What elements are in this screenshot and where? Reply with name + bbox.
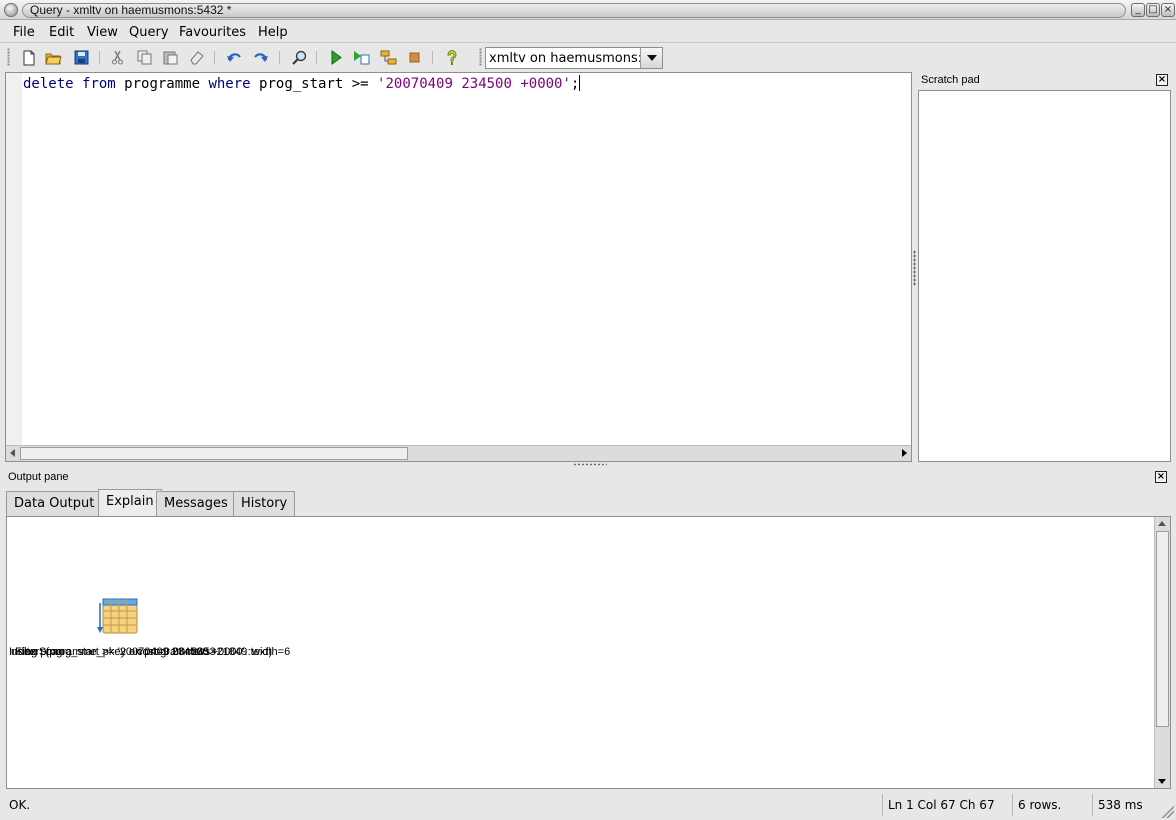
sql-keyword: from bbox=[82, 76, 116, 92]
scroll-down-icon[interactable] bbox=[1158, 779, 1166, 784]
sql-string-literal: '20070409 234500 +0000' bbox=[377, 76, 571, 92]
scroll-up-icon[interactable] bbox=[1158, 521, 1166, 526]
window-title: Query - xmltv on haemusmons:5432 * bbox=[30, 3, 232, 17]
find-icon[interactable] bbox=[290, 49, 307, 66]
menu-file[interactable]: File bbox=[13, 24, 35, 41]
text-caret bbox=[579, 75, 581, 91]
close-window-icon[interactable]: × bbox=[1161, 3, 1175, 17]
clear-eraser-icon[interactable] bbox=[188, 49, 205, 66]
minimize-icon[interactable]: _ bbox=[1131, 3, 1145, 17]
output-vertical-scrollbar[interactable] bbox=[1154, 517, 1170, 788]
scroll-left-icon[interactable] bbox=[10, 449, 15, 457]
toolbar-grip[interactable] bbox=[7, 48, 10, 66]
open-folder-icon[interactable] bbox=[45, 49, 62, 66]
menu-query[interactable]: Query bbox=[129, 24, 169, 41]
menu-help[interactable]: Help bbox=[258, 24, 288, 41]
close-icon[interactable]: × bbox=[1155, 471, 1167, 483]
execution-time: 538 ms bbox=[1092, 794, 1143, 816]
toolbar-separator bbox=[279, 51, 280, 64]
menu-view[interactable]: View bbox=[87, 24, 118, 41]
sql-code-line[interactable]: delete from programme where prog_start >… bbox=[23, 75, 581, 93]
row-count: 6 rows. bbox=[1012, 794, 1061, 816]
sql-keyword: delete bbox=[23, 76, 74, 92]
save-icon[interactable] bbox=[73, 49, 90, 66]
output-pane-title: Output pane bbox=[8, 471, 69, 483]
connection-select[interactable]: xmltv on haemusmons:5432 bbox=[485, 47, 663, 69]
sql-text: prog_start >= bbox=[250, 76, 378, 92]
toolbar-grip[interactable] bbox=[479, 48, 482, 66]
resize-grip-icon[interactable] bbox=[1160, 804, 1174, 818]
menu-edit[interactable]: Edit bbox=[49, 24, 74, 41]
chevron-down-icon[interactable] bbox=[640, 48, 662, 68]
cursor-position: Ln 1 Col 67 Ch 67 bbox=[882, 794, 995, 816]
hint-icon[interactable] bbox=[443, 49, 460, 66]
paste-icon[interactable] bbox=[162, 49, 179, 66]
connection-select-value: xmltv on haemusmons:5432 bbox=[489, 51, 641, 66]
menu-favourites[interactable]: Favourites bbox=[179, 24, 246, 41]
plan-label: Filter: (prog_start >= '20070409 234500 … bbox=[15, 646, 273, 658]
execute-icon[interactable] bbox=[327, 49, 344, 66]
tab-history[interactable]: History bbox=[233, 491, 296, 516]
new-file-icon[interactable] bbox=[20, 49, 37, 66]
close-icon[interactable]: × bbox=[1156, 74, 1168, 86]
editor-margin bbox=[6, 73, 22, 445]
tab-explain[interactable]: Explain bbox=[98, 489, 162, 517]
scratch-pad-title: Scratch pad bbox=[921, 74, 980, 86]
toolbar-separator bbox=[214, 51, 215, 64]
output-pane-header: Output pane × bbox=[5, 468, 1171, 486]
redo-icon[interactable] bbox=[252, 49, 269, 66]
scrollbar-thumb[interactable] bbox=[1156, 531, 1169, 727]
status-bar: OK. Ln 1 Col 67 Ch 67 6 rows. 538 ms bbox=[0, 792, 1176, 820]
vertical-splitter-handle[interactable] bbox=[913, 250, 916, 286]
explain-icon[interactable] bbox=[380, 49, 397, 66]
maximize-icon[interactable]: □ bbox=[1146, 3, 1160, 17]
window-titlebar: Query - xmltv on haemusmons:5432 * _ □ × bbox=[0, 0, 1176, 20]
table-index-scan-icon[interactable] bbox=[97, 597, 141, 637]
sql-text: ; bbox=[570, 76, 580, 92]
editor-horizontal-scrollbar[interactable] bbox=[6, 445, 911, 461]
window-menu-icon[interactable] bbox=[4, 3, 18, 17]
sql-editor[interactable]: delete from programme where prog_start >… bbox=[5, 72, 912, 462]
sql-keyword: where bbox=[208, 76, 251, 92]
toolbar-separator bbox=[432, 51, 433, 64]
execute-to-file-icon[interactable] bbox=[353, 49, 370, 66]
scrollbar-thumb[interactable] bbox=[20, 447, 408, 460]
explain-canvas[interactable]: Index Scan using programme_pkey on progr… bbox=[6, 516, 1171, 789]
toolbar-separator bbox=[99, 51, 100, 64]
copy-icon[interactable] bbox=[136, 49, 153, 66]
menu-bar: File Edit View Query Favourites Help bbox=[0, 21, 1176, 43]
horizontal-splitter-handle[interactable] bbox=[573, 463, 607, 466]
scroll-right-icon[interactable] bbox=[902, 449, 907, 457]
scratch-pad-textarea[interactable] bbox=[918, 90, 1171, 462]
tab-messages[interactable]: Messages bbox=[156, 491, 236, 516]
scratch-pad-header: Scratch pad × bbox=[918, 71, 1171, 89]
cut-icon[interactable] bbox=[109, 49, 126, 66]
toolbar-separator bbox=[316, 51, 317, 64]
cancel-icon[interactable] bbox=[406, 49, 423, 66]
status-message: OK. bbox=[9, 798, 31, 812]
sql-text: programme bbox=[115, 76, 209, 92]
tab-data-output[interactable]: Data Output bbox=[6, 491, 103, 516]
undo-icon[interactable] bbox=[225, 49, 242, 66]
plan-node-labels: Index Scan using programme_pkey on progr… bbox=[7, 645, 407, 661]
